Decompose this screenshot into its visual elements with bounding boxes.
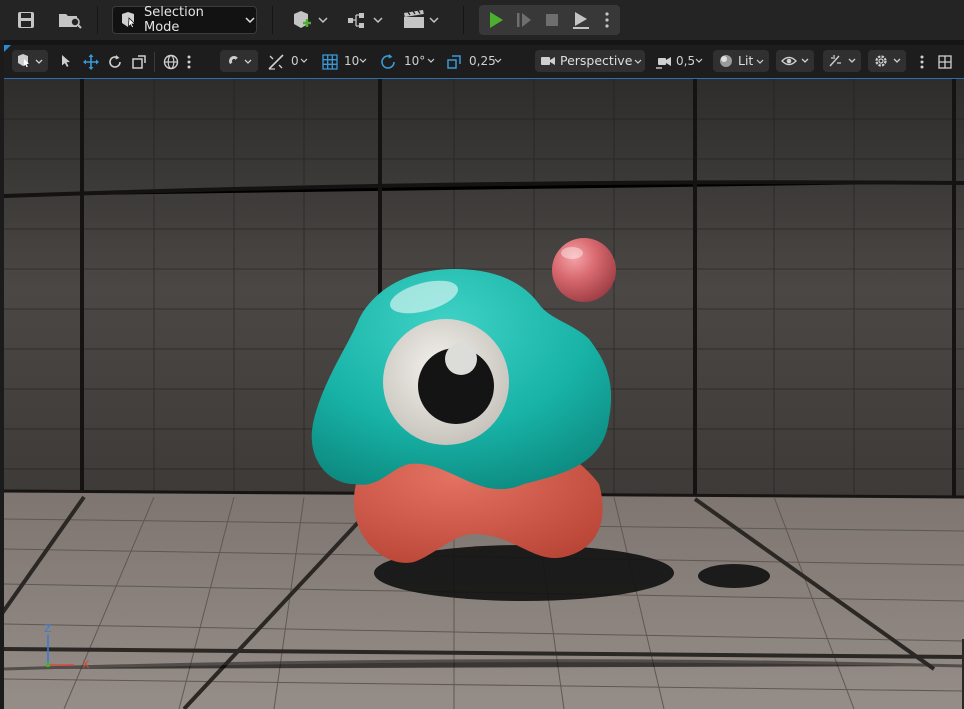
rotate-tool-icon[interactable] bbox=[106, 53, 124, 71]
eject-possess-icon[interactable] bbox=[569, 9, 593, 31]
axis-x-label: X bbox=[82, 658, 90, 671]
rotation-snap-icon[interactable] bbox=[378, 52, 398, 72]
scale-snap-value[interactable]: 0,25 bbox=[469, 54, 496, 68]
rotation-snap-value[interactable]: 10° bbox=[404, 54, 425, 68]
translate-tool-icon[interactable] bbox=[82, 53, 100, 71]
viewport-menu-kebab-icon[interactable] bbox=[917, 53, 927, 71]
content-browser-icon[interactable] bbox=[56, 9, 84, 31]
view-mode-label: Perspective bbox=[560, 53, 633, 68]
gear-icon bbox=[875, 55, 901, 67]
stop-icon[interactable] bbox=[541, 9, 563, 31]
camera-speed-value[interactable]: 0,5 bbox=[676, 54, 695, 68]
selection-mode-dropdown[interactable]: Selection Mode bbox=[112, 5, 257, 35]
show-flags-button[interactable] bbox=[776, 50, 814, 72]
advance-frame-icon[interactable] bbox=[513, 9, 535, 31]
main-toolbar: Selection Mode bbox=[0, 0, 964, 40]
selection-mode-icon bbox=[120, 11, 138, 29]
blueprint-button[interactable] bbox=[346, 8, 386, 32]
lighting-mode-label: Lit bbox=[738, 53, 754, 68]
chevron-down-icon bbox=[695, 58, 703, 63]
save-icon[interactable] bbox=[14, 9, 38, 31]
chevron-down-icon bbox=[300, 58, 308, 63]
camera-speed-icon[interactable] bbox=[654, 52, 674, 72]
eye-icon bbox=[781, 56, 809, 66]
world-space-icon[interactable] bbox=[162, 53, 180, 71]
axis-z-label: Z bbox=[44, 622, 52, 635]
camera-icon bbox=[541, 57, 555, 65]
select-tool-icon[interactable] bbox=[58, 53, 74, 69]
cinematics-button[interactable] bbox=[402, 8, 442, 32]
realtime-toggle-button[interactable] bbox=[823, 50, 861, 72]
toolbar-divider bbox=[154, 52, 155, 72]
level-viewport[interactable]: Z X bbox=[4, 79, 964, 709]
performance-icon bbox=[829, 55, 856, 67]
chevron-down-icon bbox=[245, 14, 256, 26]
grid-snap-value[interactable]: 10 bbox=[344, 54, 359, 68]
play-icon[interactable] bbox=[485, 9, 507, 31]
chevron-down-icon bbox=[494, 58, 502, 63]
scene-render[interactable] bbox=[4, 79, 964, 709]
selection-mode-label: Selection Mode bbox=[144, 5, 204, 35]
angle-snap-icon[interactable] bbox=[266, 52, 286, 72]
ball-shadow bbox=[698, 564, 770, 588]
play-controls bbox=[479, 5, 620, 35]
viewport-settings-button[interactable] bbox=[868, 50, 906, 72]
surface-snapping-button[interactable] bbox=[220, 50, 258, 72]
viewport-toolbar: 0 10 10° 0,25 Perspective 0,5 Lit bbox=[4, 45, 964, 79]
angle-snap-value[interactable]: 0 bbox=[291, 54, 299, 68]
play-options-kebab-icon[interactable] bbox=[600, 9, 614, 31]
scale-tool-icon[interactable] bbox=[130, 53, 148, 71]
chevron-down-icon bbox=[634, 59, 642, 64]
viewport-layout-icon[interactable] bbox=[936, 53, 954, 71]
grid-snap-icon[interactable] bbox=[320, 52, 340, 72]
sphere-highlight bbox=[561, 247, 583, 259]
add-actor-button[interactable] bbox=[290, 8, 330, 32]
chevron-down-icon bbox=[359, 58, 367, 63]
viewport-corner-marker bbox=[4, 45, 11, 52]
lighting-mode-dropdown[interactable]: Lit bbox=[713, 50, 769, 72]
view-mode-dropdown[interactable]: Perspective bbox=[535, 50, 645, 72]
scale-snap-icon[interactable] bbox=[444, 52, 464, 72]
chevron-down-icon bbox=[427, 58, 435, 63]
floating-sphere[interactable] bbox=[552, 238, 616, 302]
transform-options-kebab-icon[interactable] bbox=[184, 53, 194, 71]
lit-sphere-icon bbox=[720, 55, 732, 67]
chevron-down-icon bbox=[756, 59, 764, 64]
viewport-options-button[interactable] bbox=[12, 50, 48, 72]
